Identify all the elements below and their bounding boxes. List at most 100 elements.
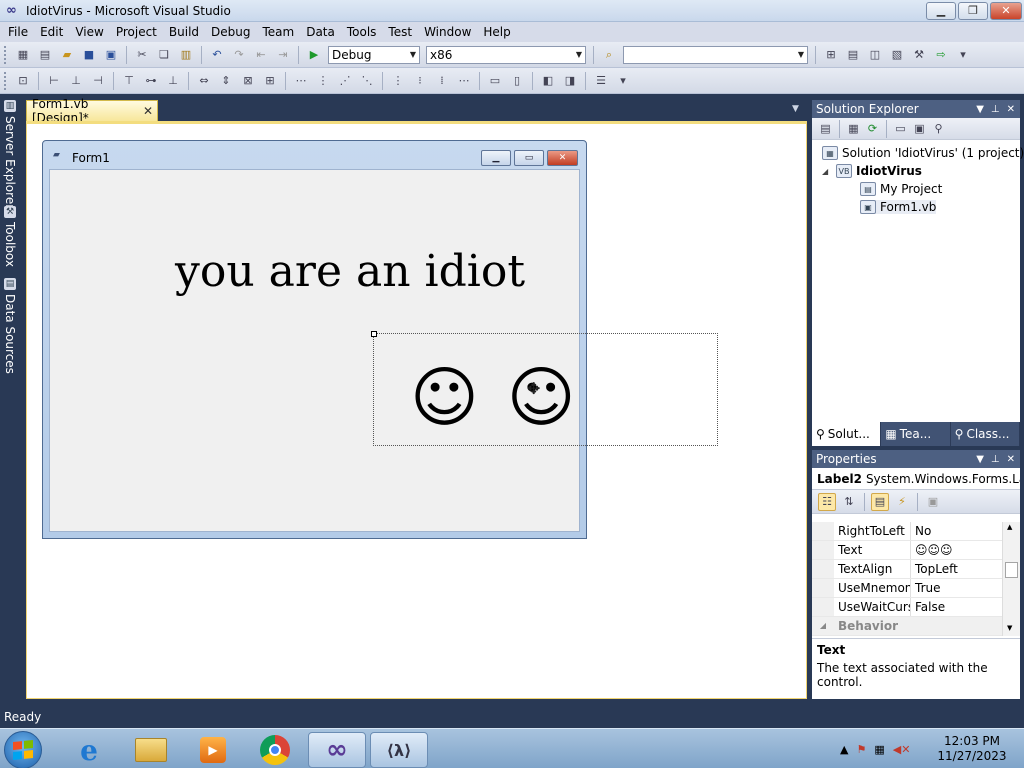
document-tab-form1-design[interactable]: Form1.vb [Design]* ✕ [26,97,158,125]
save-all-icon[interactable]: ▣ [102,46,120,64]
menu-test[interactable]: Test [382,22,418,42]
pane-close-icon[interactable]: ✕ [1007,104,1015,115]
taskbar-chrome[interactable] [246,732,304,768]
tab-team-explorer[interactable]: ▦ Tea... [881,422,951,446]
align-tops-icon[interactable]: ⊤ [120,72,138,90]
pin-icon[interactable]: ⊥ [991,104,1000,115]
start-debugging-icon[interactable]: ▶ [305,46,323,64]
tree-form1-vb[interactable]: ▣ Form1.vb [860,200,937,214]
title-bar[interactable]: ∞ IdiotVirus - Microsoft Visual Studio ▁… [0,0,1024,22]
tree-solution[interactable]: ▦ Solution 'IdiotVirus' (1 project) [822,146,1024,160]
prop-row-text[interactable]: Text ☺☺☺ [812,541,1002,560]
cut-icon[interactable]: ✂ [133,46,151,64]
data-sources-tab[interactable]: ▤ Data Sources [2,278,18,374]
menu-build[interactable]: Build [163,22,205,42]
categorized-icon[interactable]: ☷ [818,492,836,511]
collapse-triangle-icon[interactable]: ◢ [822,167,832,176]
show-hidden-icons-icon[interactable]: ▲ [840,743,848,756]
active-files-dropdown-icon[interactable]: ▼ [792,104,799,114]
make-same-width-icon[interactable]: ⇔ [195,72,213,90]
menu-help[interactable]: Help [477,22,516,42]
menu-file[interactable]: File [2,22,34,42]
class-diagram-icon[interactable]: ⚲ [930,120,947,137]
toolbar-grip[interactable] [4,45,8,64]
taskbar-file-explorer[interactable] [122,732,180,768]
resize-handle[interactable] [371,331,377,337]
volume-muted-icon[interactable]: ◀✕ [893,743,911,756]
save-icon[interactable]: ■ [80,46,98,64]
tree-my-project[interactable]: ▤ My Project [860,182,942,196]
find-combo[interactable]: ▼ [623,45,808,64]
toolbox-tab[interactable]: ⚒ Toolbox [2,206,18,267]
taskbar-clock[interactable]: 12:03 PM 11/27/2023 [930,734,1014,764]
property-pages-icon[interactable]: ▣ [924,493,942,511]
tree-project[interactable]: ◢ VB IdiotVirus [822,164,922,178]
toolbox-icon[interactable]: ▧ [888,46,906,64]
menu-window[interactable]: Window [418,22,477,42]
start-button[interactable] [4,731,42,768]
form-minimize-button[interactable]: ▁ [481,150,511,166]
minimize-button[interactable]: ▁ [926,2,956,20]
toolbar-options-icon[interactable]: ▾ [954,46,972,64]
action-center-icon[interactable]: ⚑ [856,743,866,756]
prop-value[interactable]: TopLeft [911,560,1002,578]
solution-configuration-select[interactable]: Debug ▼ [328,45,420,64]
label2-selection[interactable]: ☺☺ ✥ [371,331,718,446]
open-folder-icon[interactable]: ▰ [58,46,76,64]
align-bottoms-icon[interactable]: ⊥ [164,72,182,90]
center-horizontally-icon[interactable]: ▭ [486,72,504,90]
properties-window-icon[interactable]: ▤ [844,46,862,64]
pane-close-icon[interactable]: ✕ [1007,454,1015,465]
prop-value[interactable]: No [911,522,1002,540]
refresh-icon[interactable]: ⟳ [864,120,881,137]
tab-solution-explorer[interactable]: ⚲ Solut... [812,422,882,446]
vertical-spacing-decrease-icon[interactable]: ⁞ [433,72,451,90]
vertical-spacing-increase-icon[interactable]: ⁝ [411,72,429,90]
scrollbar-thumb[interactable] [1005,562,1018,578]
menu-team[interactable]: Team [256,22,300,42]
align-to-grid-icon[interactable]: ⊡ [14,72,32,90]
toolbar-options-icon[interactable]: ▾ [614,72,632,90]
navigate-forward-icon[interactable]: ⇥ [274,46,292,64]
navigate-back-icon[interactable]: ⇤ [252,46,270,64]
size-to-grid-icon[interactable]: ⊞ [261,72,279,90]
taskbar-running-app[interactable]: ⟨λ⟩ [370,732,428,768]
scroll-up-icon[interactable]: ▲ [1007,523,1012,531]
tab-class-view[interactable]: ⚲ Class... [950,422,1020,446]
horizontal-spacing-equal-icon[interactable]: ⋯ [292,72,310,90]
new-project-icon[interactable]: ▦ [14,46,32,64]
align-lefts-icon[interactable]: ⊢ [45,72,63,90]
close-tab-icon[interactable]: ✕ [143,104,153,118]
menu-project[interactable]: Project [110,22,163,42]
property-grid-scrollbar[interactable]: ▲ ▼ [1002,522,1020,636]
vertical-spacing-equal-icon[interactable]: ⋮ [389,72,407,90]
pin-icon[interactable]: ⊥ [991,454,1000,465]
view-code-icon[interactable]: ▭ [892,120,909,137]
properties-header[interactable]: Properties ▼ ⊥ ✕ [812,450,1020,468]
redo-icon[interactable]: ↷ [230,46,248,64]
prop-row-usemnemonic[interactable]: UseMnemoni True [812,579,1002,598]
prop-row-textalign[interactable]: TextAlign TopLeft [812,560,1002,579]
align-centers-icon[interactable]: ⊥ [67,72,85,90]
close-button[interactable]: ✕ [990,2,1022,20]
horizontal-spacing-increase-icon[interactable]: ⋮ [314,72,332,90]
find-in-files-icon[interactable]: ⌕ [600,46,618,64]
menu-debug[interactable]: Debug [205,22,256,42]
scroll-down-icon[interactable]: ▼ [1007,624,1012,632]
prop-category-behavior[interactable]: ◢ Behavior [812,617,1002,636]
form-titlebar[interactable]: ▰ Form1 ▁ ▭ ✕ [43,141,586,169]
object-browser-icon[interactable]: ◫ [866,46,884,64]
properties-view-icon[interactable]: ▤ [871,492,889,511]
events-icon[interactable]: ⚡ [893,493,911,511]
collapse-triangle-icon[interactable]: ◢ [812,617,834,635]
copy-icon[interactable]: ❏ [155,46,173,64]
server-explorer-tab[interactable]: ▥ Server Explorer [2,100,18,209]
solution-explorer-icon[interactable]: ⊞ [822,46,840,64]
align-rights-icon[interactable]: ⊣ [89,72,107,90]
solution-platform-select[interactable]: x86 ▼ [426,45,586,64]
prop-value[interactable]: ☺☺☺ [911,541,1002,559]
solution-explorer-header[interactable]: Solution Explorer ▼ ⊥ ✕ [812,100,1020,118]
restore-button[interactable]: ❐ [958,2,988,20]
align-middles-icon[interactable]: ⊶ [142,72,160,90]
vertical-spacing-remove-icon[interactable]: ⋯ [455,72,473,90]
